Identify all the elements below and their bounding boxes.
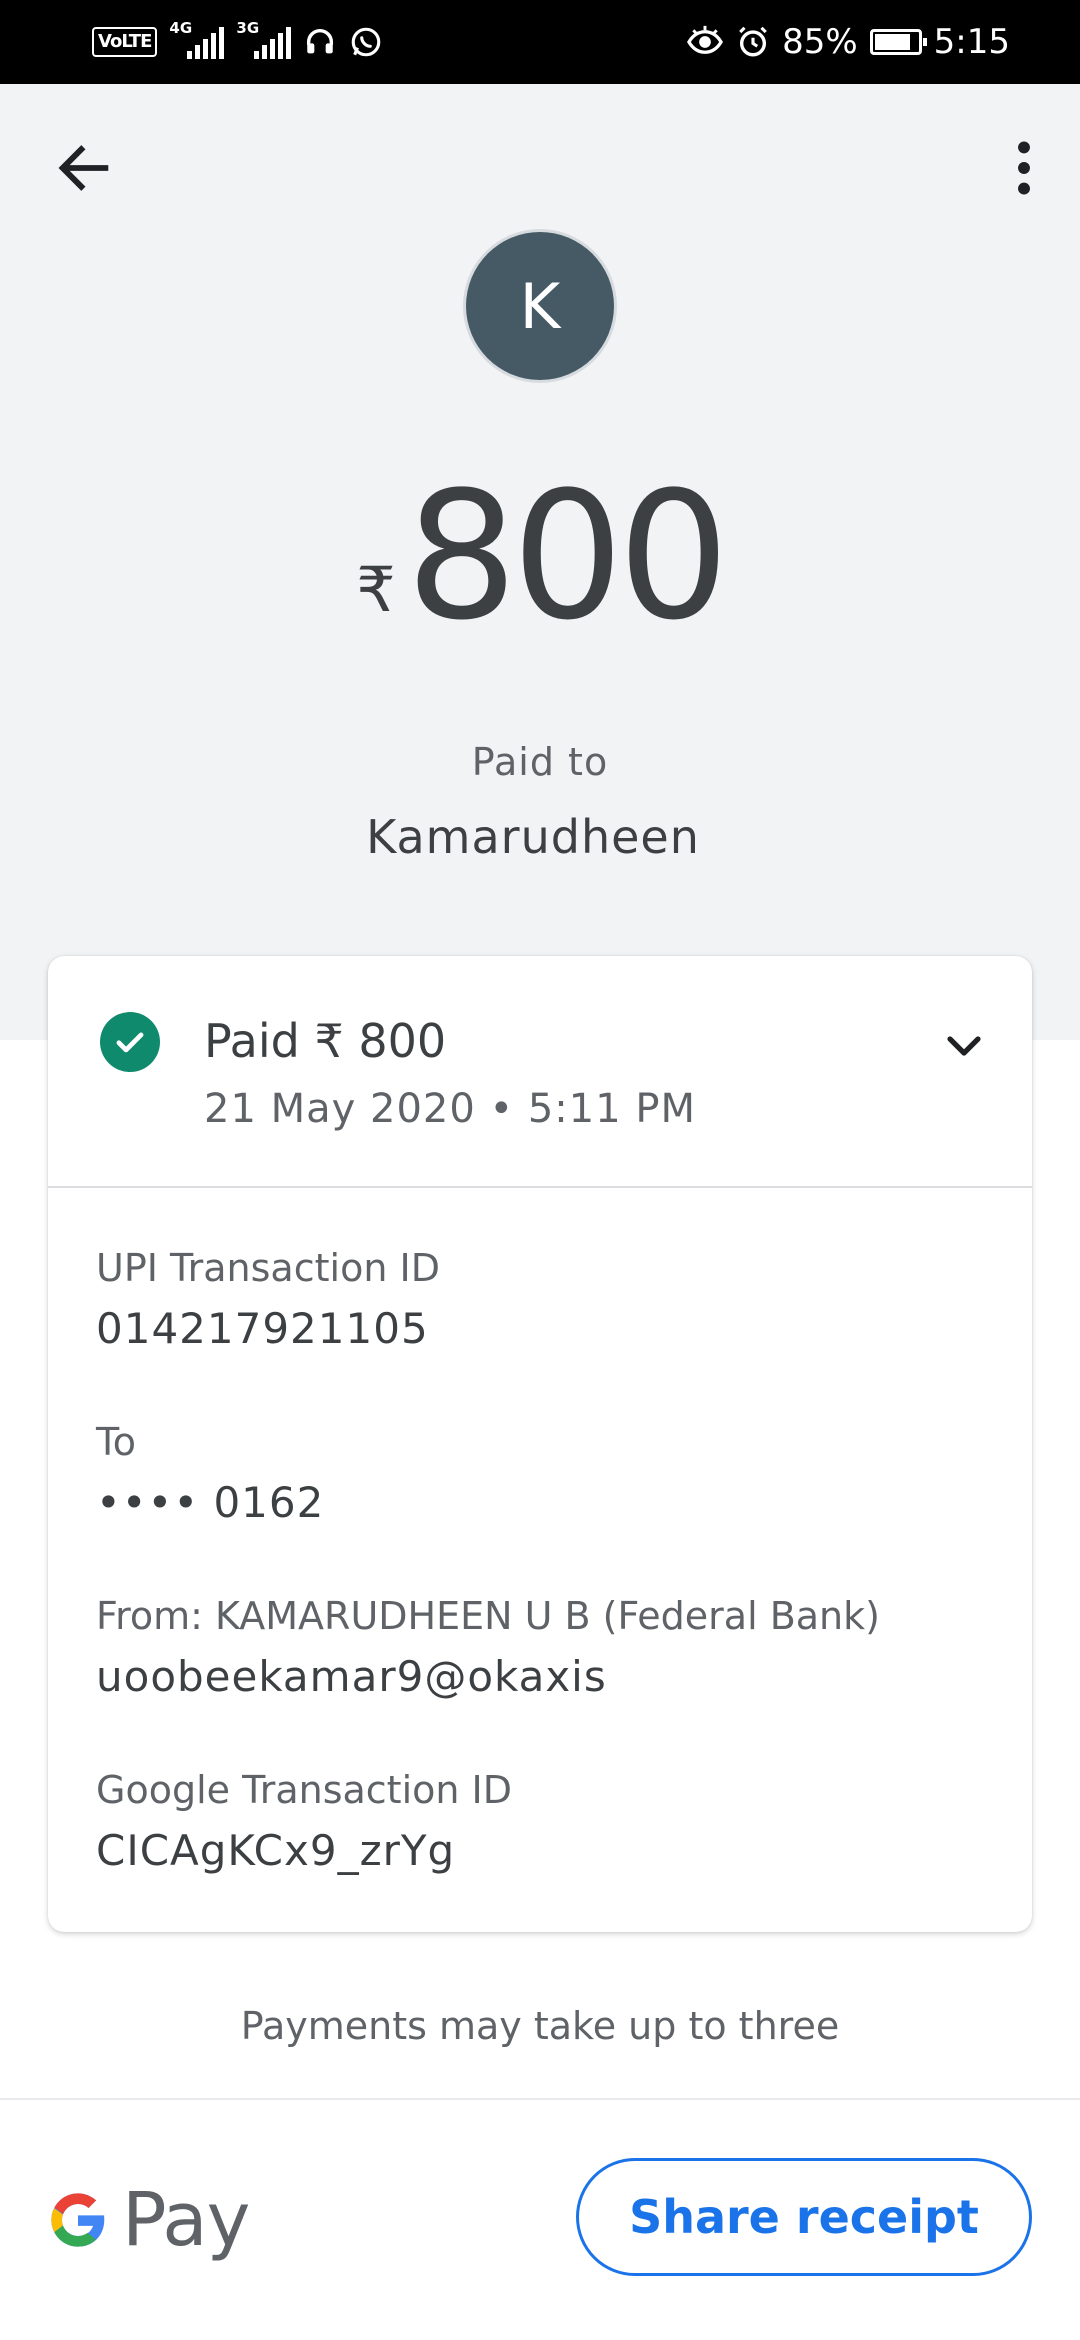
whatsapp-icon xyxy=(352,27,381,57)
network-type-label: 4G xyxy=(169,19,193,37)
detail-label: From: KAMARUDHEEN U B (Federal Bank) xyxy=(96,1594,880,1638)
detail-label: Google Transaction ID xyxy=(96,1768,513,1812)
currency-symbol: ₹ xyxy=(356,553,396,626)
status-bar: VoLTE 4G 3G 85% 5:15 xyxy=(0,0,1080,84)
amount-value: 800 xyxy=(405,454,730,659)
detail-to-account: To •••• 0162 xyxy=(96,1420,996,1527)
detail-label: To xyxy=(96,1420,137,1464)
detail-google-transaction-id: Google Transaction ID CICAgKCx9_zrYg xyxy=(96,1768,996,1875)
chevron-down-icon[interactable] xyxy=(940,1022,988,1070)
clock: 5:15 xyxy=(933,22,1010,62)
volte-indicator: VoLTE xyxy=(92,27,158,57)
avatar: K xyxy=(466,232,614,380)
processing-time-note: Payments may take up to three xyxy=(240,2004,840,2048)
status-right: 85% 5:15 xyxy=(686,18,1010,66)
google-g-icon xyxy=(51,2193,105,2247)
back-arrow-icon[interactable] xyxy=(52,136,116,200)
battery-percent: 85% xyxy=(782,22,858,62)
headset-icon xyxy=(307,29,334,54)
signal-icon-secondary: 3G xyxy=(236,19,292,59)
paid-status-text: Paid ₹ 800 xyxy=(204,1014,447,1068)
detail-value: uoobeekamar9@okaxis xyxy=(96,1652,607,1701)
check-circle-icon xyxy=(100,1012,160,1072)
gpay-logo: Pay xyxy=(46,2177,250,2263)
detail-from-account: From: KAMARUDHEEN U B (Federal Bank) uoo… xyxy=(96,1594,996,1701)
share-receipt-button[interactable]: Share receipt xyxy=(576,2158,1032,2276)
transaction-details-card: Paid ₹ 800 21 May 2020 • 5:11 PM UPI Tra… xyxy=(48,956,1032,1932)
battery-icon xyxy=(869,29,927,55)
transaction-datetime: 21 May 2020 • 5:11 PM xyxy=(204,1086,697,1132)
signal-icon: 4G xyxy=(169,19,225,59)
detail-value: •••• 0162 xyxy=(96,1478,325,1527)
detail-value[interactable]: 014217921105 xyxy=(96,1304,996,1353)
payment-amount: ₹800 xyxy=(0,462,1080,652)
gpay-wordmark: Pay xyxy=(122,2177,250,2263)
alarm-icon xyxy=(739,26,767,57)
transaction-status-row[interactable]: Paid ₹ 800 21 May 2020 • 5:11 PM xyxy=(48,956,1032,1188)
paid-to-label: Paid to xyxy=(471,740,609,784)
detail-upi-transaction-id: UPI Transaction ID 014217921105 xyxy=(96,1246,996,1353)
more-options-icon[interactable] xyxy=(996,136,1052,200)
detail-value[interactable]: CICAgKCx9_zrYg xyxy=(96,1826,996,1875)
payee-name: Kamarudheen xyxy=(366,810,700,864)
network-type-label-secondary: 3G xyxy=(236,19,260,37)
footer-divider xyxy=(0,2098,1080,2100)
detail-label: UPI Transaction ID xyxy=(96,1246,440,1290)
eye-comfort-icon xyxy=(687,25,724,54)
status-left: VoLTE 4G 3G xyxy=(92,18,383,66)
